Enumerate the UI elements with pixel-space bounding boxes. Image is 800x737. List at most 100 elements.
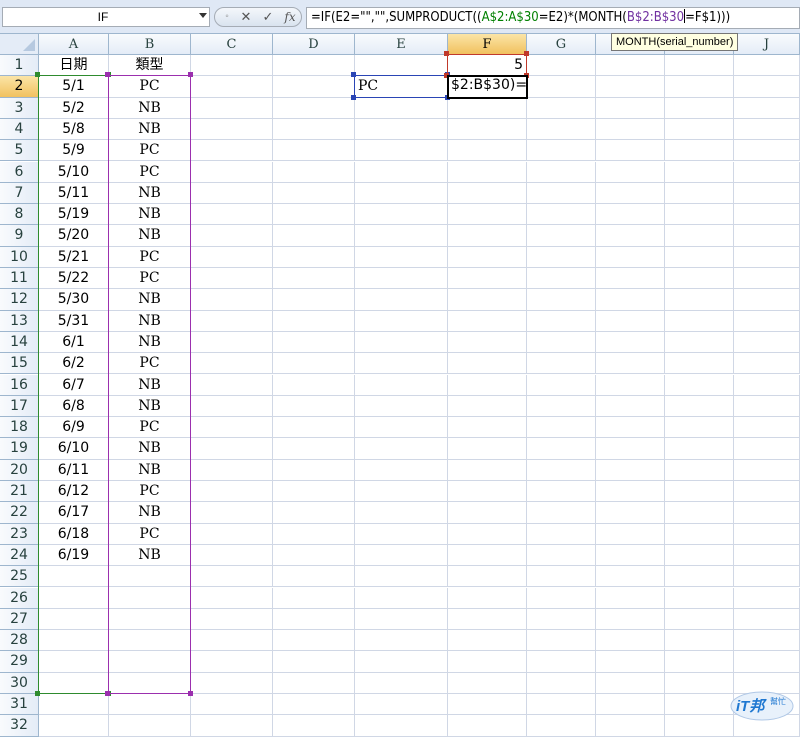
cell-e16[interactable] xyxy=(355,374,448,396)
cell-d24[interactable] xyxy=(273,544,355,567)
cell-g28[interactable] xyxy=(527,630,596,652)
cell-g14[interactable] xyxy=(527,331,596,354)
cell-j19[interactable] xyxy=(734,438,800,460)
cell-c25[interactable] xyxy=(191,566,273,588)
row-header[interactable]: 29 xyxy=(0,651,39,673)
cell-b14[interactable]: NB xyxy=(109,331,191,354)
cell-a31[interactable] xyxy=(39,694,109,716)
row-header[interactable]: 12 xyxy=(0,289,39,311)
cell-e6[interactable] xyxy=(355,161,448,183)
cell-j15[interactable] xyxy=(734,353,800,375)
range-resize-handle[interactable] xyxy=(105,72,110,78)
cell-b23[interactable]: PC xyxy=(109,523,191,545)
insert-function-button[interactable]: fx xyxy=(281,8,299,26)
cell-h23[interactable] xyxy=(596,523,665,545)
cell-c30[interactable] xyxy=(191,672,273,694)
cell-j7[interactable] xyxy=(734,182,800,205)
cell-b27[interactable] xyxy=(109,608,191,631)
cell-c31[interactable] xyxy=(191,694,273,716)
cell-j24[interactable] xyxy=(734,544,800,567)
cell-f31[interactable] xyxy=(448,694,527,716)
cell-c21[interactable] xyxy=(191,481,273,503)
cell-j21[interactable] xyxy=(734,481,800,503)
row-header[interactable]: 10 xyxy=(0,246,39,268)
cell-g23[interactable] xyxy=(527,523,596,545)
cell-e5[interactable] xyxy=(355,140,448,162)
cell-h13[interactable] xyxy=(596,310,665,332)
cell-d25[interactable] xyxy=(273,566,355,588)
cell-a14[interactable]: 6/1 xyxy=(39,331,109,354)
cell-j1[interactable] xyxy=(734,55,800,77)
cell-c19[interactable] xyxy=(191,438,273,460)
row-header[interactable]: 28 xyxy=(0,630,39,652)
column-header-f[interactable]: F xyxy=(448,34,527,55)
cell-b3[interactable]: NB xyxy=(109,97,191,119)
row-header[interactable]: 14 xyxy=(0,331,39,354)
cell-i13[interactable] xyxy=(665,310,734,332)
cell-h4[interactable] xyxy=(596,118,665,141)
cell-b16[interactable]: NB xyxy=(109,374,191,396)
cell-j18[interactable] xyxy=(734,417,800,439)
cell-a28[interactable] xyxy=(39,630,109,652)
cell-d1[interactable] xyxy=(273,55,355,77)
row-header[interactable]: 19 xyxy=(0,438,39,460)
cell-a27[interactable] xyxy=(39,608,109,631)
cell-e3[interactable] xyxy=(355,97,448,119)
cell-j2[interactable] xyxy=(734,76,800,98)
cell-j4[interactable] xyxy=(734,118,800,141)
cell-j13[interactable] xyxy=(734,310,800,332)
cell-e26[interactable] xyxy=(355,587,448,609)
cell-h24[interactable] xyxy=(596,544,665,567)
cell-d9[interactable] xyxy=(273,225,355,247)
cell-i23[interactable] xyxy=(665,523,734,545)
cell-j28[interactable] xyxy=(734,630,800,652)
cell-j8[interactable] xyxy=(734,204,800,226)
cell-i24[interactable] xyxy=(665,544,734,567)
row-header[interactable]: 5 xyxy=(0,140,39,162)
cell-g24[interactable] xyxy=(527,544,596,567)
cell-d17[interactable] xyxy=(273,395,355,418)
row-header[interactable]: 30 xyxy=(0,672,39,694)
formula-input[interactable]: =IF(E2="","",SUMPRODUCT((A$2:A$30=E2)*(M… xyxy=(306,7,800,29)
cell-e19[interactable] xyxy=(355,438,448,460)
cell-e25[interactable] xyxy=(355,566,448,588)
row-header[interactable]: 32 xyxy=(0,715,39,737)
row-header[interactable]: 27 xyxy=(0,608,39,631)
cell-h20[interactable] xyxy=(596,459,665,481)
cell-f29[interactable] xyxy=(448,651,527,673)
cell-b25[interactable] xyxy=(109,566,191,588)
cell-b7[interactable]: NB xyxy=(109,182,191,205)
cell-a8[interactable]: 5/19 xyxy=(39,204,109,226)
cell-b8[interactable]: NB xyxy=(109,204,191,226)
cell-j16[interactable] xyxy=(734,374,800,396)
cell-e32[interactable] xyxy=(355,715,448,737)
range-resize-handle[interactable] xyxy=(188,691,193,696)
cell-e1[interactable] xyxy=(355,55,448,77)
cell-d26[interactable] xyxy=(273,587,355,609)
column-header-c[interactable]: C xyxy=(191,34,273,55)
cell-g20[interactable] xyxy=(527,459,596,481)
cell-g4[interactable] xyxy=(527,118,596,141)
cell-f5[interactable] xyxy=(448,140,527,162)
cell-e23[interactable] xyxy=(355,523,448,545)
cell-i9[interactable] xyxy=(665,225,734,247)
cell-e29[interactable] xyxy=(355,651,448,673)
cell-a2[interactable]: 5/1 xyxy=(39,76,109,98)
cell-h30[interactable] xyxy=(596,672,665,694)
cell-f15[interactable] xyxy=(448,353,527,375)
cell-f4[interactable] xyxy=(448,118,527,141)
cell-a16[interactable]: 6/7 xyxy=(39,374,109,396)
cell-b19[interactable]: NB xyxy=(109,438,191,460)
cell-e17[interactable] xyxy=(355,395,448,418)
row-header[interactable]: 3 xyxy=(0,97,39,119)
cell-a21[interactable]: 6/12 xyxy=(39,481,109,503)
cell-h10[interactable] xyxy=(596,246,665,268)
cell-d2[interactable] xyxy=(273,76,355,98)
cell-h26[interactable] xyxy=(596,587,665,609)
cell-f21[interactable] xyxy=(448,481,527,503)
cell-d29[interactable] xyxy=(273,651,355,673)
cell-d22[interactable] xyxy=(273,502,355,524)
active-cell-f2[interactable]: $2:B$30)= xyxy=(447,75,528,99)
cell-d31[interactable] xyxy=(273,694,355,716)
cell-i1[interactable] xyxy=(665,55,734,77)
